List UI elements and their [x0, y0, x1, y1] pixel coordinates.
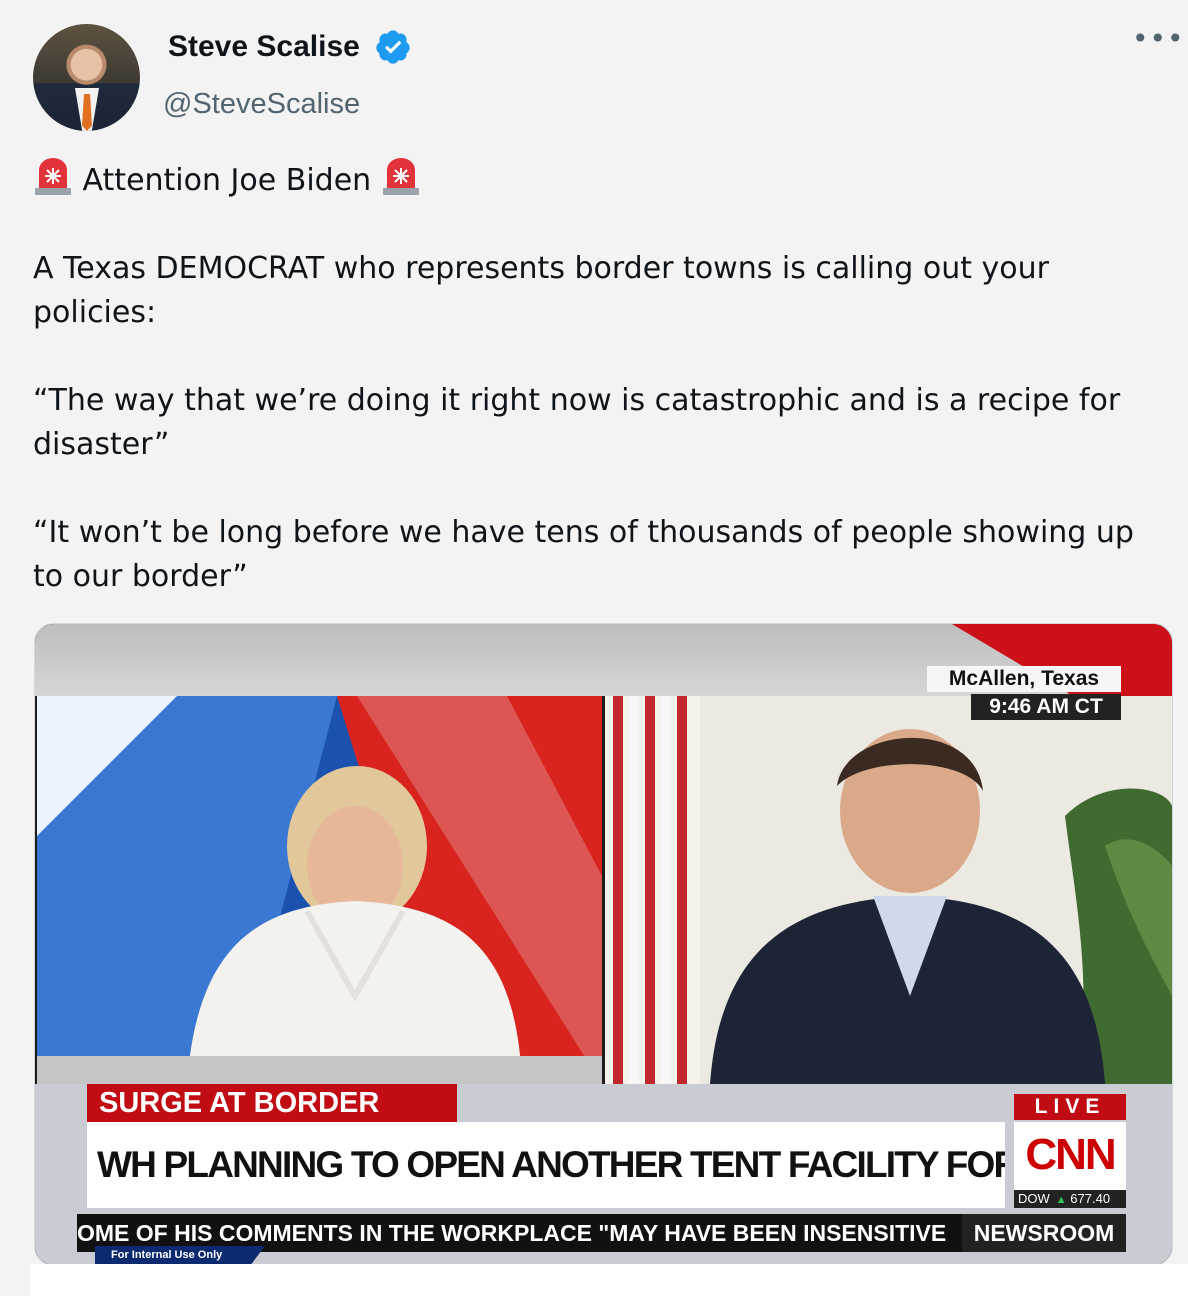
tweet-paragraph-1: A Texas DEMOCRAT who represents border t… [33, 251, 1049, 330]
up-arrow-icon: ▲ [1055, 1194, 1067, 1206]
anchor-scene [37, 696, 602, 1084]
tweet-footer [30, 1264, 1188, 1296]
tweet-paragraph-2: “The way that we’re doing it right now i… [33, 383, 1121, 462]
tweet-line-attention: Attention Joe Biden [33, 158, 1173, 203]
anchor-video-frame [37, 696, 602, 1084]
attention-text: Attention Joe Biden [82, 163, 372, 198]
cnn-logo-icon: CNN [1025, 1130, 1116, 1179]
dow-label: DOW [1018, 1191, 1050, 1206]
headline-banner: WH PLANNING TO OPEN ANOTHER TENT FACILIT… [87, 1122, 1005, 1208]
time-label: 9:46 AM CT [971, 694, 1121, 720]
section-label: SURGE AT BORDER [87, 1084, 457, 1122]
location-label: McAllen, Texas [927, 666, 1121, 692]
tweet-paragraph-3: “It won’t be long before we have tens of… [33, 515, 1134, 594]
network-logo-box: CNN [1014, 1122, 1126, 1190]
police-siren-icon [382, 158, 419, 195]
author-handle[interactable]: @SteveScalise [163, 88, 360, 121]
verified-badge-icon [376, 30, 410, 64]
program-label: NEWSROOM [962, 1214, 1126, 1252]
guest-scene [605, 696, 1172, 1084]
video-player[interactable]: McAllen, Texas 9:46 AM CT SURGE AT BORDE… [34, 623, 1173, 1266]
tweet-card: Steve Scalise @SteveScalise ••• Attentio… [0, 0, 1188, 1296]
live-badge: LIVE [1014, 1094, 1126, 1120]
author-avatar[interactable] [33, 24, 140, 131]
watermark-label: For Internal Use Only [95, 1246, 265, 1264]
dow-value: 677.40 [1070, 1191, 1111, 1206]
tweet-text: Attention Joe Biden A Texas DEMOCRAT who… [33, 158, 1173, 599]
police-siren-icon [35, 158, 71, 195]
guest-video-frame [605, 696, 1172, 1084]
dow-ticker: DOW ▲ 677.40 [1014, 1190, 1126, 1208]
more-options-icon[interactable]: ••• [1132, 22, 1185, 55]
author-name[interactable]: Steve Scalise [168, 30, 360, 64]
